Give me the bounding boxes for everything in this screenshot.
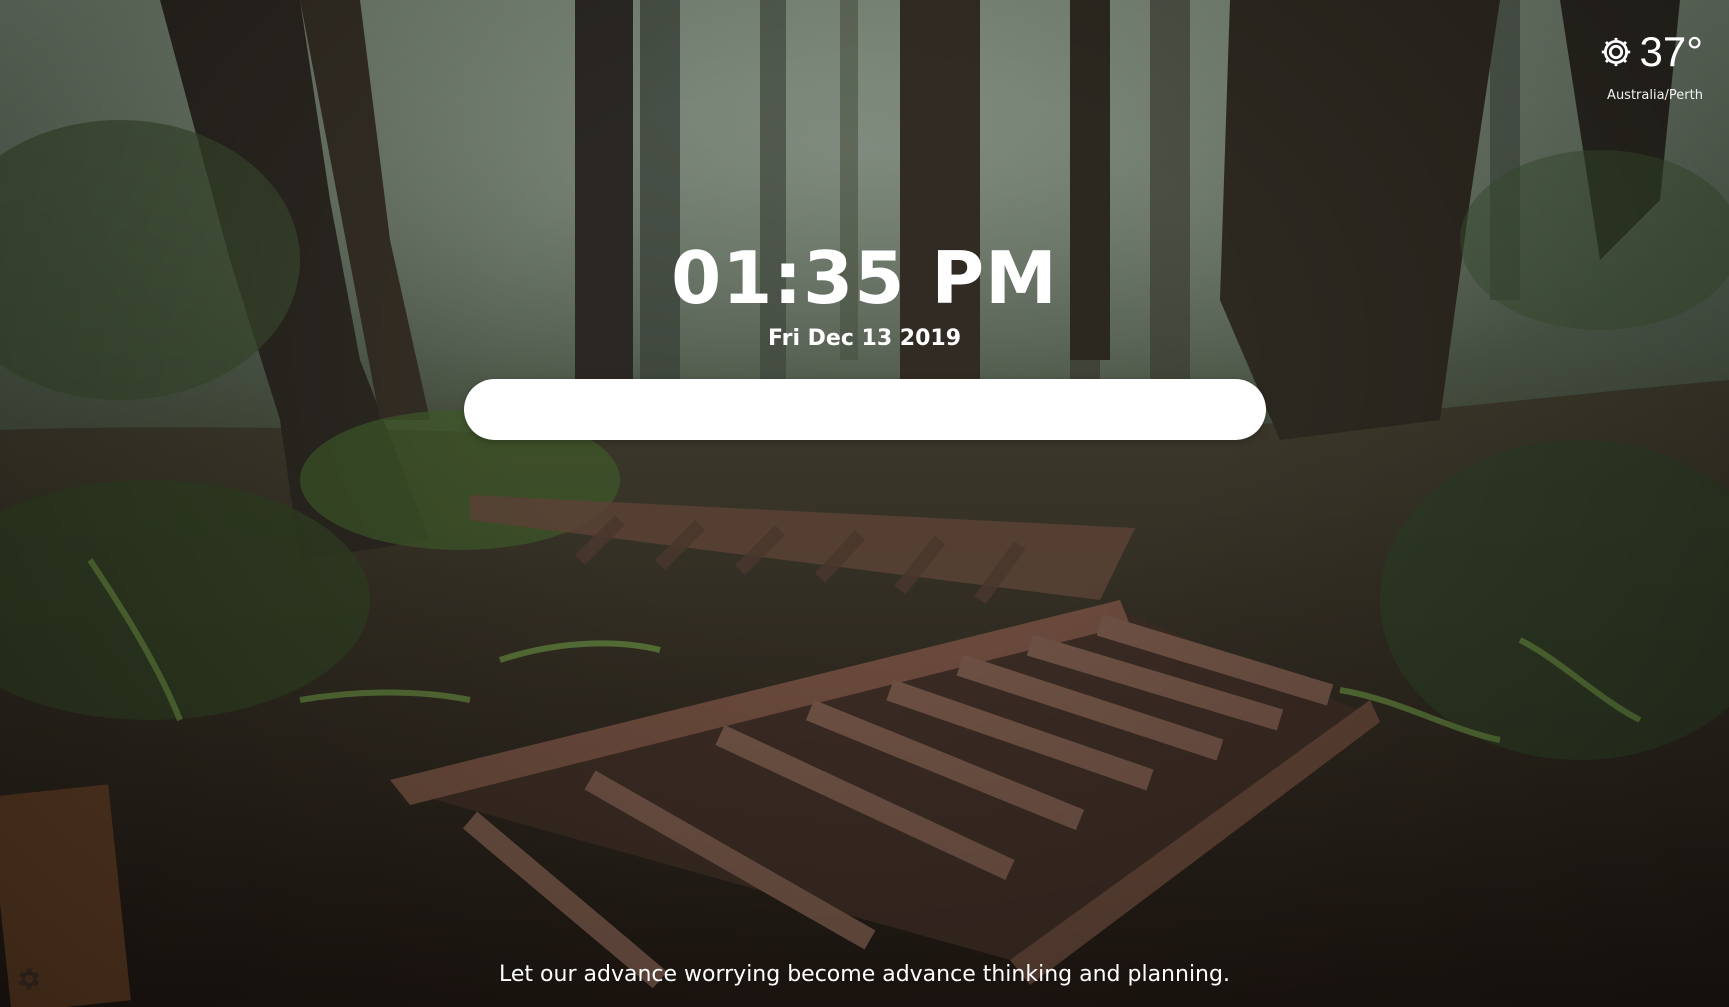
quote-text: Let our advance worrying become advance … [499, 962, 1230, 987]
weather-location: Australia/Perth [1607, 88, 1703, 103]
gear-icon[interactable] [14, 965, 42, 993]
search-input[interactable] [464, 379, 1266, 440]
weather-widget[interactable]: 37° Australia/Perth [1563, 30, 1703, 103]
forest-background-image [0, 0, 1729, 1007]
clock-time: 01:35 PM [671, 236, 1058, 320]
new-tab-page: 37° Australia/Perth 01:35 PM Fri Dec 13 … [0, 0, 1729, 1007]
weather-row: 37° [1563, 30, 1703, 74]
clock-date: Fri Dec 13 2019 [767, 326, 962, 351]
weather-temperature: 37° [1639, 28, 1703, 75]
gear-sun-icon [1602, 37, 1631, 67]
